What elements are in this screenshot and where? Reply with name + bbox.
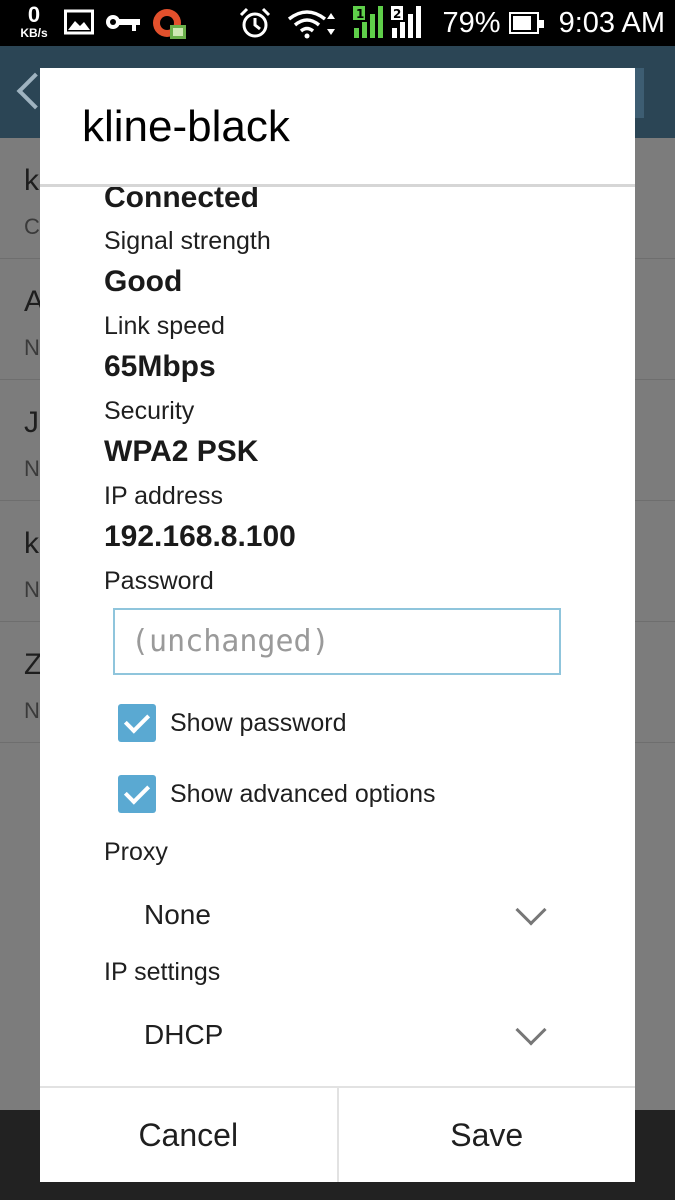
proxy-label: Proxy <box>104 838 168 866</box>
list-item-subtitle: C <box>24 214 40 239</box>
list-item-subtitle: N <box>24 577 40 602</box>
ip-address-label: IP address <box>104 482 224 510</box>
key-icon <box>106 15 140 31</box>
signal-sim2-icon: 2 <box>391 6 421 38</box>
app-notification-icon <box>153 9 186 39</box>
chevron-down-icon <box>515 1014 547 1046</box>
password-label: Password <box>104 567 214 595</box>
signal-sim1-icon: 1 <box>353 6 383 38</box>
cancel-button[interactable]: Cancel <box>40 1088 337 1182</box>
dialog-title: kline-black <box>82 102 290 151</box>
password-input[interactable] <box>113 608 561 675</box>
proxy-dropdown[interactable]: None <box>104 881 552 951</box>
net-speed-unit: KB/s <box>20 26 48 40</box>
show-password-label: Show password <box>170 708 347 737</box>
link-speed-label: Link speed <box>104 312 225 340</box>
list-item-title: k <box>24 164 39 197</box>
show-advanced-checkbox[interactable]: Show advanced options <box>118 774 435 814</box>
battery-icon <box>508 12 544 34</box>
security-value: WPA2 PSK <box>104 435 259 468</box>
battery-percent: 79% <box>442 6 501 39</box>
show-advanced-label: Show advanced options <box>170 779 436 808</box>
wifi-icon <box>287 10 335 39</box>
link-speed-value: 65Mbps <box>104 350 216 383</box>
net-speed-value: 0 <box>27 2 41 27</box>
status-bar: 0 KB/s 1 2 79% 9:03 AM <box>0 0 675 46</box>
show-password-checkbox[interactable]: Show password <box>118 703 346 743</box>
save-button[interactable]: Save <box>336 1088 635 1182</box>
security-label: Security <box>104 397 195 425</box>
signal-strength-label: Signal strength <box>104 227 271 255</box>
checkbox-checked-icon[interactable] <box>118 704 156 742</box>
svg-text:1: 1 <box>356 7 364 21</box>
ip-address-value: 192.168.8.100 <box>104 520 296 553</box>
status-value: Connected <box>104 187 260 214</box>
list-item-subtitle: N <box>24 698 40 723</box>
checkbox-checked-icon[interactable] <box>118 775 156 813</box>
wifi-details-dialog: kline-black Connected Signal strength Go… <box>40 68 635 1182</box>
list-item-subtitle: N <box>24 456 40 481</box>
list-item-title: J <box>24 406 39 439</box>
net-speed-indicator: 0 KB/s <box>16 2 52 40</box>
signal-strength-value: Good <box>104 265 183 298</box>
clock: 9:03 AM <box>558 6 665 39</box>
dialog-buttons: Cancel Save <box>40 1086 635 1182</box>
dialog-content[interactable]: Connected Signal strength Good Link spee… <box>40 187 635 1086</box>
gallery-icon <box>64 9 94 35</box>
list-item-title: k <box>24 527 39 560</box>
proxy-selected-value: None <box>144 899 211 930</box>
ip-settings-label: IP settings <box>104 958 221 986</box>
list-item-subtitle: N <box>24 335 40 360</box>
ip-settings-selected-value: DHCP <box>144 1019 224 1050</box>
ip-settings-dropdown[interactable]: DHCP <box>104 1001 552 1071</box>
status-right: 79% 9:03 AM <box>443 0 665 46</box>
svg-text:2: 2 <box>393 7 401 21</box>
alarm-icon <box>239 7 271 38</box>
chevron-down-icon <box>515 894 547 926</box>
